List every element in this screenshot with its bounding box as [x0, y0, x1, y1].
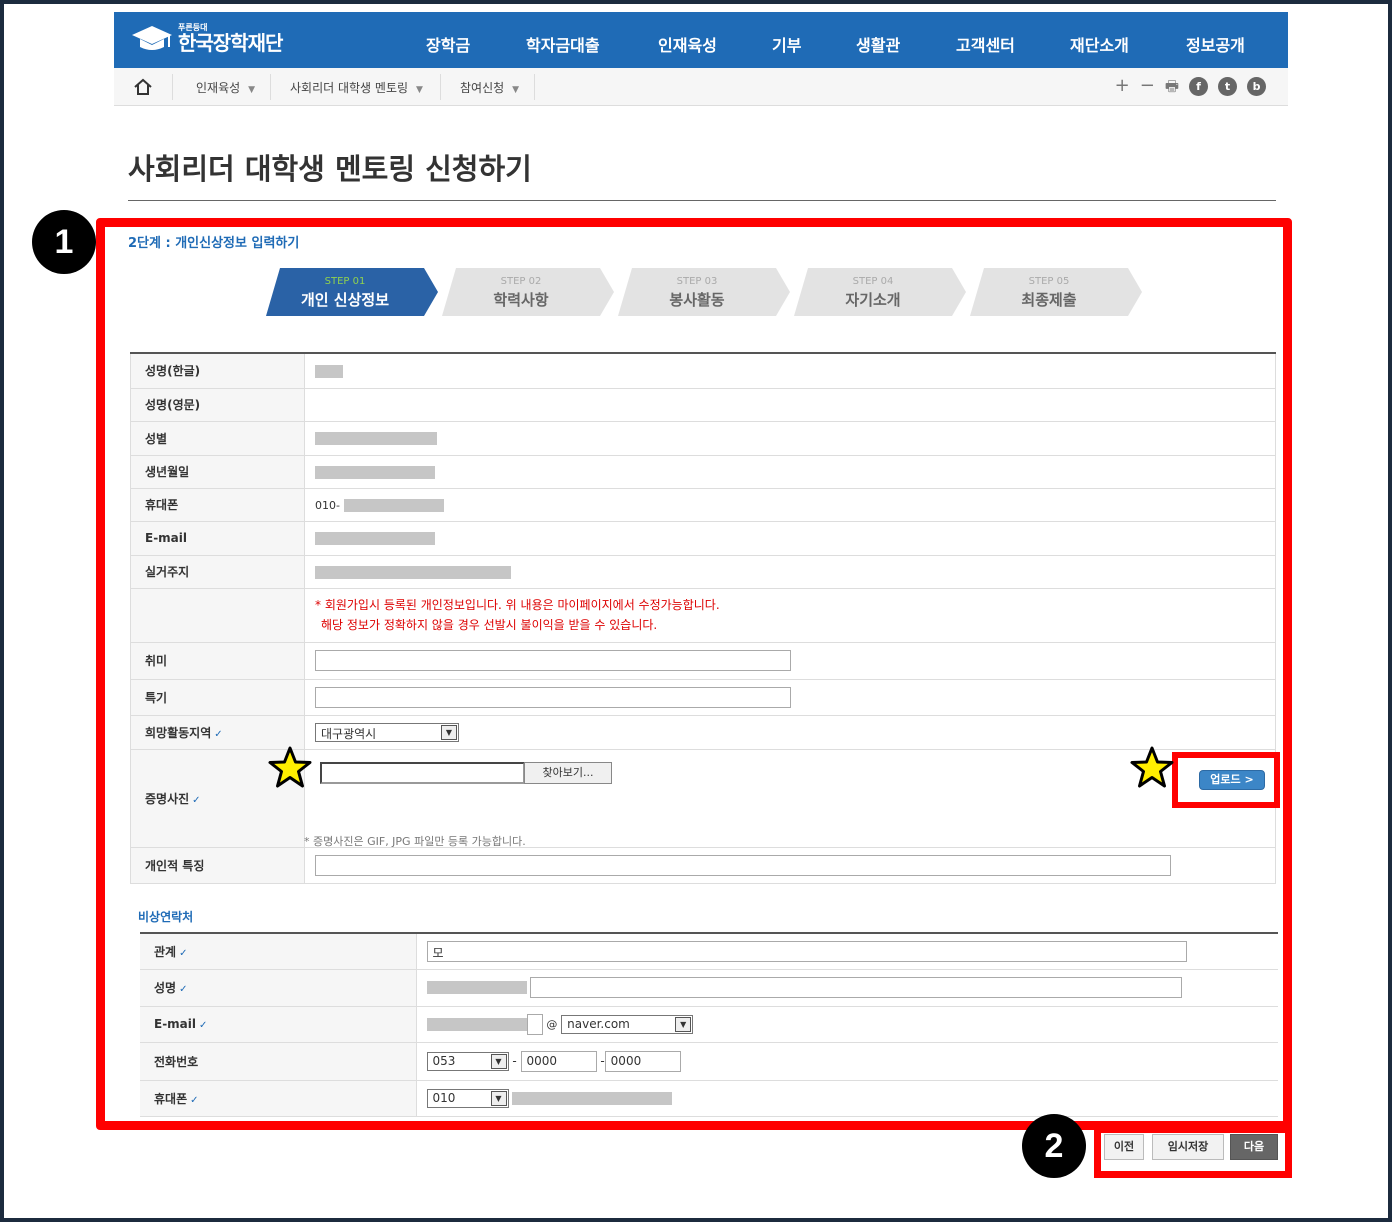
menu-item-disclosure[interactable]: 정보공개 — [1186, 32, 1245, 56]
graduation-cap-icon — [132, 26, 172, 50]
facebook-icon[interactable]: f — [1189, 76, 1208, 96]
breadcrumb: 인재육성 ▼ 사회리더 대학생 멘토링 ▼ 참여신청 ▼ + − 🖶 f t b — [114, 68, 1288, 106]
print-icon[interactable]: 🖶 — [1165, 76, 1179, 96]
zoom-in-icon[interactable]: + — [1115, 76, 1130, 96]
site-logo[interactable]: 푸른등대 한국장학재단 — [130, 21, 283, 55]
page-title: 사회리더 대학생 멘토링 신청하기 — [128, 152, 532, 186]
menu-item-student-loan[interactable]: 학자금대출 — [526, 32, 600, 56]
menu-item-customer-center[interactable]: 고객센터 — [956, 32, 1015, 56]
breadcrumb-label: 사회리더 대학생 멘토링 — [290, 81, 409, 95]
highlight-box-form — [96, 218, 1292, 1130]
star-icon — [268, 746, 312, 788]
highlight-box-buttons — [1094, 1126, 1292, 1178]
twitter-icon[interactable]: t — [1218, 76, 1237, 96]
chevron-down-icon: ▼ — [248, 85, 256, 95]
chevron-down-icon: ▼ — [416, 85, 423, 95]
divider — [172, 74, 173, 100]
divider — [440, 74, 441, 100]
blog-icon[interactable]: b — [1247, 76, 1266, 96]
divider — [534, 74, 535, 100]
step-badge-1: 1 — [32, 210, 96, 274]
breadcrumb-item-mentoring[interactable]: 사회리더 대학생 멘토링 ▼ — [290, 79, 423, 96]
menu-item-scholarship[interactable]: 장학금 — [426, 32, 470, 56]
menu-item-donation[interactable]: 기부 — [772, 32, 801, 56]
page-tools: + − 🖶 f t b — [1115, 76, 1266, 96]
breadcrumb-label: 참여신청 — [460, 81, 505, 95]
menu-item-about[interactable]: 재단소개 — [1070, 32, 1129, 56]
breadcrumb-item-talent[interactable]: 인재육성 ▼ — [196, 79, 255, 96]
logo-title: 한국장학재단 — [178, 31, 283, 55]
star-icon — [1130, 746, 1174, 788]
highlight-box-upload — [1172, 752, 1280, 808]
zoom-out-icon[interactable]: − — [1140, 76, 1155, 96]
chevron-down-icon: ▼ — [512, 85, 520, 95]
home-icon[interactable] — [132, 77, 154, 97]
step-badge-2: 2 — [1022, 1114, 1086, 1178]
global-nav-bar: 푸른등대 한국장학재단 장학금 학자금대출 인재육성 기부 생활관 고객센터 재… — [114, 12, 1288, 68]
breadcrumb-item-apply[interactable]: 참여신청 ▼ — [460, 79, 519, 96]
menu-item-dormitory[interactable]: 생활관 — [856, 32, 900, 56]
menu-item-talent[interactable]: 인재육성 — [658, 32, 717, 56]
divider — [128, 200, 1276, 201]
breadcrumb-label: 인재육성 — [196, 81, 241, 95]
divider — [270, 74, 271, 100]
